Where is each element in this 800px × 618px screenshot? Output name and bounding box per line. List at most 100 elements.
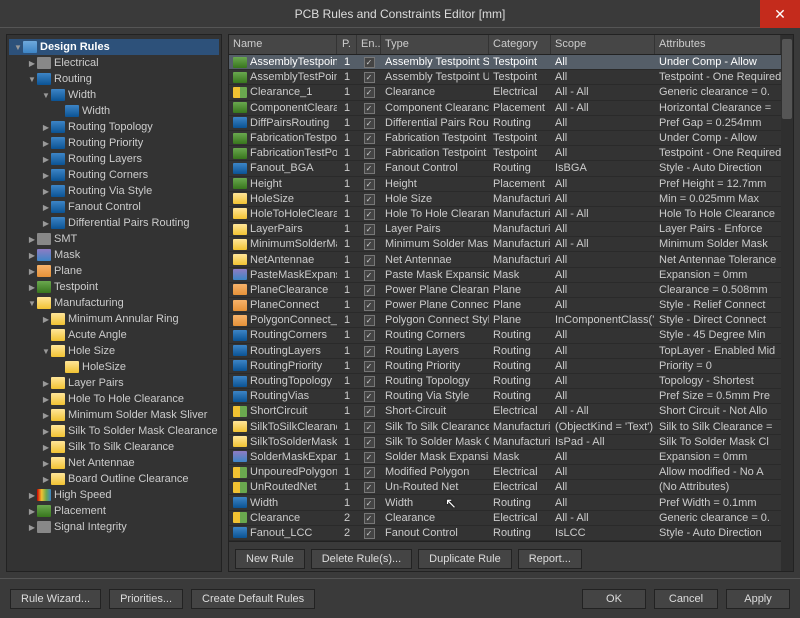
table-row[interactable]: Clearance2✓ClearanceElectricalAll - AllG…	[229, 511, 781, 526]
expand-icon[interactable]: ▶	[41, 443, 51, 452]
tree-node[interactable]: ▼Routing	[9, 71, 219, 87]
col-scope[interactable]: Scope	[551, 35, 655, 54]
enabled-checkbox[interactable]: ✓	[364, 179, 375, 190]
enabled-checkbox[interactable]: ✓	[364, 57, 375, 68]
table-row[interactable]: Width1✓WidthRoutingAllPref Width = 0.1mm	[229, 495, 781, 510]
expand-icon[interactable]: ▶	[41, 139, 51, 148]
expand-icon[interactable]: ▶	[27, 507, 37, 516]
enabled-checkbox[interactable]: ✓	[364, 270, 375, 281]
enabled-checkbox[interactable]: ✓	[364, 452, 375, 463]
expand-icon[interactable]: ▶	[41, 411, 51, 420]
enabled-checkbox[interactable]: ✓	[364, 482, 375, 493]
expand-icon[interactable]: ▶	[41, 395, 51, 404]
ok-button[interactable]: OK	[582, 589, 646, 609]
col-priority[interactable]: P.	[337, 35, 357, 54]
enabled-checkbox[interactable]: ✓	[364, 330, 375, 341]
table-row[interactable]: Fanout_BGA1✓Fanout ControlRoutingIsBGASt…	[229, 161, 781, 176]
expand-icon[interactable]: ▶	[27, 523, 37, 532]
expand-icon[interactable]: ▼	[41, 91, 51, 100]
expand-icon[interactable]: ▶	[41, 427, 51, 436]
table-row[interactable]: FabricationTestpoin1✓Fabrication Testpoi…	[229, 131, 781, 146]
priorities-button[interactable]: Priorities...	[109, 589, 183, 609]
enabled-checkbox[interactable]: ✓	[364, 467, 375, 478]
table-row[interactable]: Clearance_11✓ClearanceElectricalAll - Al…	[229, 85, 781, 100]
enabled-checkbox[interactable]: ✓	[364, 285, 375, 296]
tree-node[interactable]: ▶Silk To Silk Clearance	[9, 439, 219, 455]
tree-node[interactable]: ▶Signal Integrity	[9, 519, 219, 535]
expand-icon[interactable]: ▶	[41, 155, 51, 164]
table-row[interactable]: Height1✓HeightPlacementAllPref Height = …	[229, 177, 781, 192]
table-row[interactable]: SilkToSilkClearance_1✓Silk To Silk Clear…	[229, 420, 781, 435]
table-row[interactable]: AssemblyTestPointU1✓Assembly Testpoint U…	[229, 70, 781, 85]
table-row[interactable]: HoleToHoleClearan1✓Hole To Hole Clearanc…	[229, 207, 781, 222]
table-row[interactable]: ShortCircuit1✓Short-CircuitElectricalAll…	[229, 404, 781, 419]
table-row[interactable]: PasteMaskExpansio1✓Paste Mask ExpansionM…	[229, 268, 781, 283]
col-category[interactable]: Category	[489, 35, 551, 54]
expand-icon[interactable]: ▶	[27, 251, 37, 260]
tree-node[interactable]: ▶Electrical	[9, 55, 219, 71]
enabled-checkbox[interactable]: ✓	[364, 346, 375, 357]
enabled-checkbox[interactable]: ✓	[364, 194, 375, 205]
col-enabled[interactable]: En...	[357, 35, 381, 54]
col-type[interactable]: Type	[381, 35, 489, 54]
close-button[interactable]: ✕	[760, 0, 800, 28]
table-row[interactable]: PlaneClearance1✓Power Plane ClearancePla…	[229, 283, 781, 298]
tree-node[interactable]: ▶Minimum Annular Ring	[9, 311, 219, 327]
apply-button[interactable]: Apply	[726, 589, 790, 609]
table-row[interactable]: FabricationTestPoin1✓Fabrication Testpoi…	[229, 146, 781, 161]
tree-node[interactable]: ▶Layer Pairs	[9, 375, 219, 391]
expand-icon[interactable]: ▼	[13, 43, 23, 52]
col-name[interactable]: Name	[229, 35, 337, 54]
table-row[interactable]: LayerPairs1✓Layer PairsManufacturingAllL…	[229, 222, 781, 237]
table-row[interactable]: NetAntennae1✓Net AntennaeManufacturingAl…	[229, 252, 781, 267]
enabled-checkbox[interactable]: ✓	[364, 315, 375, 326]
enabled-checkbox[interactable]: ✓	[364, 391, 375, 402]
table-row[interactable]: UnpouredPolygon1✓Modified PolygonElectri…	[229, 465, 781, 480]
enabled-checkbox[interactable]: ✓	[364, 255, 375, 266]
expand-icon[interactable]: ▼	[27, 299, 37, 308]
expand-icon[interactable]: ▶	[27, 491, 37, 500]
enabled-checkbox[interactable]: ✓	[364, 163, 375, 174]
table-row[interactable]: PlaneConnect1✓Power Plane Connect StyleP…	[229, 298, 781, 313]
rule-wizard-button[interactable]: Rule Wizard...	[10, 589, 101, 609]
enabled-checkbox[interactable]: ✓	[364, 361, 375, 372]
enabled-checkbox[interactable]: ✓	[364, 118, 375, 129]
tree-node[interactable]: ▼Hole Size	[9, 343, 219, 359]
table-row[interactable]: SolderMaskExpansio1✓Solder Mask Expansio…	[229, 450, 781, 465]
tree-node[interactable]: ▶Routing Layers	[9, 151, 219, 167]
tree-node[interactable]: HoleSize	[9, 359, 219, 375]
enabled-checkbox[interactable]: ✓	[364, 148, 375, 159]
table-row[interactable]: SilkToSolderMaskCl1✓Silk To Solder Mask …	[229, 435, 781, 450]
tree-node[interactable]: ▶Differential Pairs Routing	[9, 215, 219, 231]
tree-node[interactable]: ▶Routing Priority	[9, 135, 219, 151]
expand-icon[interactable]: ▶	[41, 379, 51, 388]
expand-icon[interactable]: ▶	[41, 171, 51, 180]
tree-node[interactable]: ▼Width	[9, 87, 219, 103]
duplicate-rule-button[interactable]: Duplicate Rule	[418, 549, 512, 569]
new-rule-button[interactable]: New Rule	[235, 549, 305, 569]
expand-icon[interactable]: ▶	[27, 267, 37, 276]
enabled-checkbox[interactable]: ✓	[364, 422, 375, 433]
tree-node[interactable]: ▶Plane	[9, 263, 219, 279]
tree-node[interactable]: Acute Angle	[9, 327, 219, 343]
table-row[interactable]: RoutingPriority1✓Routing PriorityRouting…	[229, 359, 781, 374]
expand-icon[interactable]: ▶	[27, 59, 37, 68]
table-row[interactable]: MinimumSolderMask1✓Minimum Solder MaskMa…	[229, 237, 781, 252]
tree-node[interactable]: ▶Silk To Solder Mask Clearance	[9, 423, 219, 439]
table-row[interactable]: Fanout_LCC2✓Fanout ControlRoutingIsLCCSt…	[229, 526, 781, 541]
enabled-checkbox[interactable]: ✓	[364, 437, 375, 448]
tree-node[interactable]: ▶Board Outline Clearance	[9, 471, 219, 487]
tree-node[interactable]: ▼Manufacturing	[9, 295, 219, 311]
table-row[interactable]: RoutingCorners1✓Routing CornersRoutingAl…	[229, 328, 781, 343]
tree-node[interactable]: ▶Testpoint	[9, 279, 219, 295]
table-row[interactable]: PolygonConnect_PC1✓Polygon Connect Style…	[229, 313, 781, 328]
expand-icon[interactable]: ▶	[41, 315, 51, 324]
tree-node[interactable]: ▶Routing Topology	[9, 119, 219, 135]
table-row[interactable]: RoutingLayers1✓Routing LayersRoutingAllT…	[229, 344, 781, 359]
enabled-checkbox[interactable]: ✓	[364, 376, 375, 387]
enabled-checkbox[interactable]: ✓	[364, 133, 375, 144]
expand-icon[interactable]: ▶	[41, 187, 51, 196]
enabled-checkbox[interactable]: ✓	[364, 498, 375, 509]
cancel-button[interactable]: Cancel	[654, 589, 718, 609]
expand-icon[interactable]: ▼	[27, 75, 37, 84]
